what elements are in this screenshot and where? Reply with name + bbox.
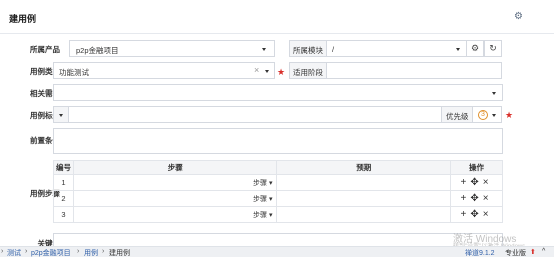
version-label[interactable]: 禅道9.1.2 bbox=[465, 248, 495, 257]
refresh-button[interactable]: ↻ bbox=[484, 40, 502, 57]
stage-addon-label: 适用阶段 bbox=[293, 68, 323, 77]
chevron-down-icon bbox=[265, 70, 269, 73]
breadcrumb-current: 建用例 bbox=[109, 250, 130, 257]
delete-icon[interactable]: × bbox=[483, 209, 493, 220]
table-row: 2 步骤 ▾ +✥× bbox=[53, 190, 503, 207]
priority-badge: 3 bbox=[478, 110, 488, 120]
module-value: / bbox=[332, 45, 335, 54]
priority-addon: 优先级 bbox=[441, 106, 473, 123]
priority-select[interactable]: 3 bbox=[472, 106, 502, 123]
module-addon: 所属模块 bbox=[289, 40, 327, 57]
module-select[interactable]: / bbox=[326, 40, 467, 57]
chevron-down-icon bbox=[59, 114, 63, 117]
row-actions: +✥× bbox=[450, 174, 503, 191]
move-icon[interactable]: ✥ bbox=[470, 193, 482, 204]
delete-icon[interactable]: × bbox=[483, 177, 493, 188]
breadcrumb-project[interactable]: p2p金融项目 bbox=[31, 248, 71, 257]
step-type-label: 步骤 bbox=[253, 196, 267, 203]
keywords-input[interactable] bbox=[53, 233, 503, 247]
step-input[interactable]: 步骤 ▾ bbox=[72, 206, 278, 223]
step-number: 2 bbox=[53, 190, 74, 207]
edition-label: 专业版 bbox=[505, 250, 526, 257]
status-bar: › 测试 › p2p金融项目 › 用例 › 建用例 禅道9.1.2 专业版 ⬆ … bbox=[0, 246, 554, 257]
delete-icon[interactable]: × bbox=[483, 193, 493, 204]
product-label: 所属产品 bbox=[30, 45, 60, 54]
story-label: 相关需求 bbox=[30, 89, 60, 98]
stage-select[interactable] bbox=[326, 62, 502, 79]
module-settings-button[interactable]: ⚙ bbox=[466, 40, 484, 57]
upgrade-arrow-icon[interactable]: ⬆ bbox=[530, 248, 536, 256]
case-title-input[interactable] bbox=[68, 106, 442, 123]
step-type-label: 步骤 bbox=[253, 212, 267, 219]
clear-icon[interactable]: × bbox=[254, 65, 259, 75]
chevron-down-icon bbox=[456, 48, 460, 51]
panel-header: 建用例 ⚙ bbox=[0, 0, 554, 34]
gear-icon[interactable]: ⚙ bbox=[514, 12, 524, 22]
column-header-expected: 预期 bbox=[276, 160, 452, 175]
expected-input[interactable] bbox=[276, 174, 452, 191]
gear-icon: ⚙ bbox=[470, 43, 480, 53]
refresh-icon: ↻ bbox=[489, 43, 497, 53]
breadcrumb-separator: › bbox=[1, 248, 4, 255]
step-input[interactable]: 步骤 ▾ bbox=[72, 190, 278, 207]
add-icon[interactable]: + bbox=[460, 193, 470, 204]
move-icon[interactable]: ✥ bbox=[470, 209, 482, 220]
step-number: 3 bbox=[53, 206, 74, 223]
column-header-number: 编号 bbox=[53, 160, 74, 175]
column-header-actions: 操作 bbox=[450, 160, 503, 175]
case-title-label: 用例标题 bbox=[30, 111, 60, 120]
chevron-down-icon bbox=[492, 92, 496, 95]
story-select[interactable] bbox=[53, 84, 503, 101]
breadcrumb-test[interactable]: 测试 bbox=[7, 248, 21, 257]
required-star: ★ bbox=[277, 67, 286, 77]
title-color-picker[interactable] bbox=[53, 106, 69, 123]
breadcrumb-separator: › bbox=[25, 248, 28, 255]
breadcrumb-case[interactable]: 用例 bbox=[84, 248, 98, 257]
expected-input[interactable] bbox=[276, 206, 452, 223]
chevron-down-icon bbox=[262, 48, 266, 51]
chevron-up-icon[interactable]: ^ bbox=[542, 248, 545, 255]
steps-table: 编号 步骤 预期 操作 1 步骤 ▾ +✥× 2 步骤 ▾ +✥× 3 步骤 ▾ bbox=[53, 160, 503, 223]
step-type-select[interactable]: 步骤 ▾ bbox=[253, 194, 272, 204]
column-header-step: 步骤 bbox=[72, 160, 278, 175]
breadcrumb-separator: › bbox=[77, 248, 80, 255]
row-actions: +✥× bbox=[450, 190, 503, 207]
case-type-label: 用例类型 bbox=[30, 67, 60, 76]
module-addon-label: 所属模块 bbox=[293, 46, 323, 55]
step-type-select[interactable]: 步骤 ▾ bbox=[253, 178, 272, 188]
add-icon[interactable]: + bbox=[460, 209, 470, 220]
page-title: 建用例 bbox=[9, 14, 37, 24]
add-icon[interactable]: + bbox=[460, 177, 470, 188]
stage-addon: 适用阶段 bbox=[289, 62, 327, 79]
table-row: 3 步骤 ▾ +✥× bbox=[53, 206, 503, 223]
step-input[interactable]: 步骤 ▾ bbox=[72, 174, 278, 191]
steps-label: 用例步骤 bbox=[30, 189, 60, 198]
move-icon[interactable]: ✥ bbox=[470, 177, 482, 188]
table-row: 1 步骤 ▾ +✥× bbox=[53, 174, 503, 191]
required-star: ★ bbox=[505, 110, 514, 120]
precondition-label: 前置条件 bbox=[30, 136, 60, 145]
breadcrumb-separator: › bbox=[102, 248, 105, 255]
step-number: 1 bbox=[53, 174, 74, 191]
product-value: p2p金融项目 bbox=[76, 46, 119, 55]
expected-input[interactable] bbox=[276, 190, 452, 207]
step-type-label: 步骤 bbox=[253, 180, 267, 187]
step-type-select[interactable]: 步骤 ▾ bbox=[253, 210, 272, 220]
row-actions: +✥× bbox=[450, 206, 503, 223]
create-case-panel: 建用例 ⚙ 所属产品 p2p金融项目 所属模块 / ⚙ ↻ 用例类型 功能测试 … bbox=[0, 0, 554, 250]
precondition-textarea[interactable] bbox=[53, 128, 503, 154]
case-type-select[interactable]: 功能测试 × bbox=[53, 62, 275, 79]
chevron-down-icon bbox=[492, 114, 496, 117]
priority-label: 优先级 bbox=[446, 112, 469, 121]
case-type-value: 功能测试 bbox=[59, 68, 89, 77]
product-select[interactable]: p2p金融项目 bbox=[69, 40, 275, 57]
